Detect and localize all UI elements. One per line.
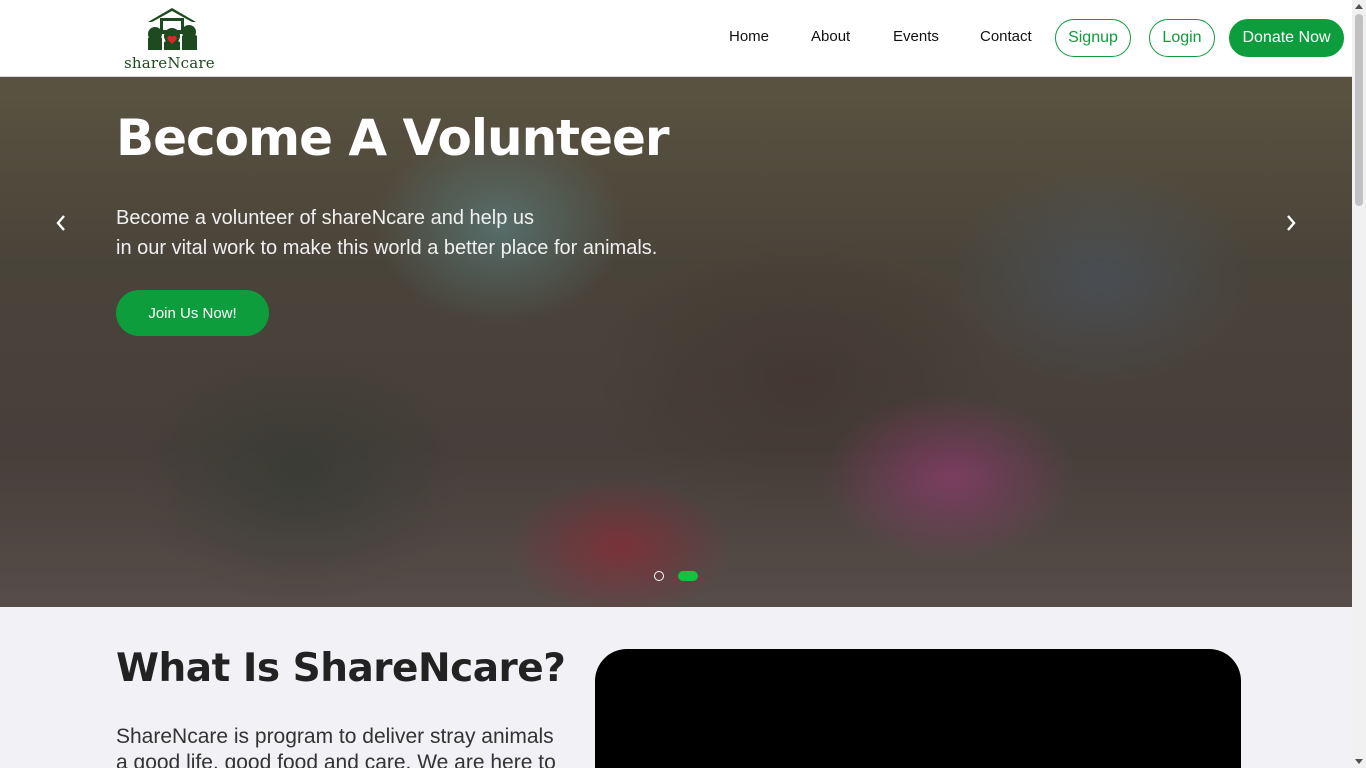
logo[interactable]: shareNcare (120, 6, 215, 72)
house-logo-icon (148, 8, 197, 50)
about-text-line-1: ShareNcare is program to deliver stray a… (116, 725, 554, 748)
donate-button[interactable]: Donate Now (1229, 19, 1344, 57)
chevron-right-icon (1287, 215, 1296, 231)
carousel-indicator-2-active[interactable] (678, 571, 698, 581)
hero-subtitle: Become a volunteer of shareNcare and hel… (116, 203, 657, 263)
navbar: shareNcare Home About Events Contact Sig… (0, 0, 1352, 77)
scrollbar[interactable] (1352, 0, 1366, 768)
hero-subtitle-line-2: in our vital work to make this world a b… (116, 237, 658, 259)
carousel-prev-button[interactable] (46, 208, 76, 238)
login-button[interactable]: Login (1149, 19, 1215, 57)
nav-events[interactable]: Events (893, 28, 939, 45)
about-title: What Is ShareNcare? (116, 646, 566, 691)
carousel-next-button[interactable] (1276, 208, 1306, 238)
hero-subtitle-line-1: Become a volunteer of shareNcare and hel… (116, 207, 535, 229)
nav-about[interactable]: About (811, 28, 850, 45)
scroll-up-arrow-icon[interactable] (1355, 4, 1363, 9)
hero-title: Become A Volunteer (116, 109, 670, 167)
signup-button[interactable]: Signup (1055, 19, 1131, 57)
about-text: ShareNcare is program to deliver stray a… (116, 724, 576, 768)
scroll-down-arrow-icon[interactable] (1355, 759, 1363, 764)
scroll-thumb[interactable] (1355, 14, 1363, 206)
carousel-indicator-1[interactable] (654, 571, 664, 581)
hero-carousel: Become A Volunteer Become a volunteer of… (0, 77, 1352, 607)
video-player[interactable] (595, 649, 1241, 768)
logo-text: shareNcare (124, 54, 215, 72)
about-text-line-2: a good life, good food and care. We are … (116, 751, 556, 768)
chevron-left-icon (56, 215, 65, 231)
nav-home[interactable]: Home (729, 28, 769, 45)
join-us-button[interactable]: Join Us Now! (116, 290, 269, 336)
nav-contact[interactable]: Contact (980, 28, 1032, 45)
